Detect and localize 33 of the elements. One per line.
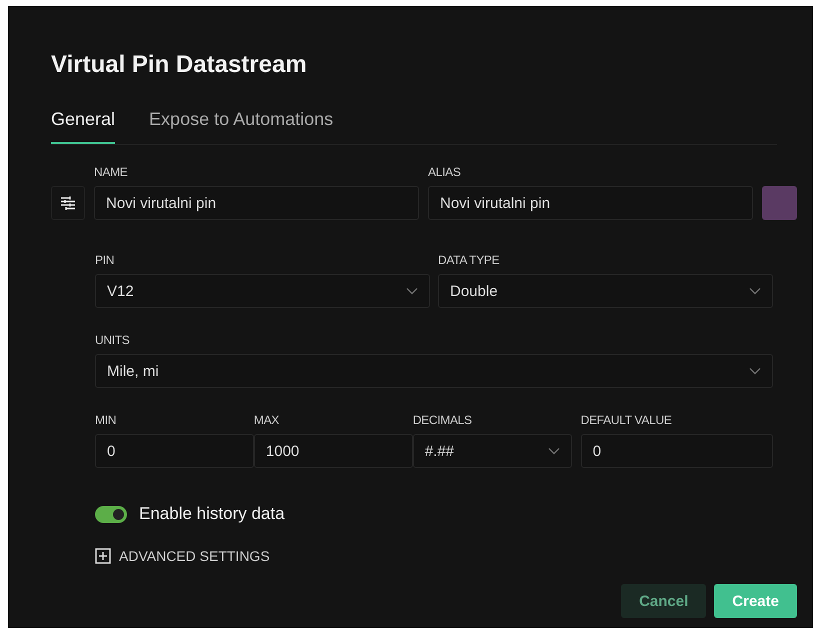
field-label: ALIAS bbox=[428, 165, 462, 179]
input-field[interactable]: 0 bbox=[95, 434, 254, 468]
cancel-button[interactable]: Cancel bbox=[621, 584, 706, 618]
field-label: MAX bbox=[254, 413, 280, 427]
chevron-down-icon bbox=[406, 287, 418, 295]
input-field[interactable]: 0 bbox=[580, 434, 774, 468]
input-field[interactable]: 1000 bbox=[254, 434, 413, 468]
name-input-field[interactable]: Novi virutalni pin bbox=[94, 186, 419, 220]
expand-icon[interactable] bbox=[95, 548, 111, 564]
field-label: UNITS bbox=[95, 333, 131, 347]
dropdown[interactable]: V12 bbox=[95, 274, 430, 308]
dropdown[interactable]: Mile, mi bbox=[95, 354, 773, 388]
dropdown[interactable]: Double bbox=[438, 274, 773, 308]
toggle-label: Enable history data bbox=[139, 504, 285, 524]
field-label: DECIMALS bbox=[412, 413, 473, 427]
color-swatch[interactable] bbox=[762, 186, 797, 220]
field-label: PIN bbox=[95, 253, 116, 267]
advanced-settings-link[interactable]: ADVANCED SETTINGS bbox=[119, 548, 270, 564]
alias-input-field[interactable]: Novi virutalni pin bbox=[428, 186, 753, 220]
dropdown[interactable]: #.## bbox=[412, 434, 572, 468]
toggle-switch[interactable] bbox=[95, 506, 127, 522]
chevron-down-icon bbox=[749, 287, 761, 295]
chevron-down-icon bbox=[548, 447, 560, 455]
field-label: DATA TYPE bbox=[438, 253, 500, 267]
sliders-icon-button[interactable] bbox=[51, 186, 85, 220]
field-label: DEFAULT VALUE bbox=[580, 413, 673, 427]
sliders-icon bbox=[60, 195, 76, 211]
dialog-title: Virtual Pin Datastream bbox=[51, 51, 308, 79]
tab[interactable]: Expose to Automations bbox=[149, 109, 334, 144]
field-label: MIN bbox=[95, 413, 118, 427]
chevron-down-icon bbox=[749, 367, 761, 375]
tab[interactable]: General bbox=[51, 109, 116, 144]
field-label: NAME bbox=[94, 165, 128, 179]
